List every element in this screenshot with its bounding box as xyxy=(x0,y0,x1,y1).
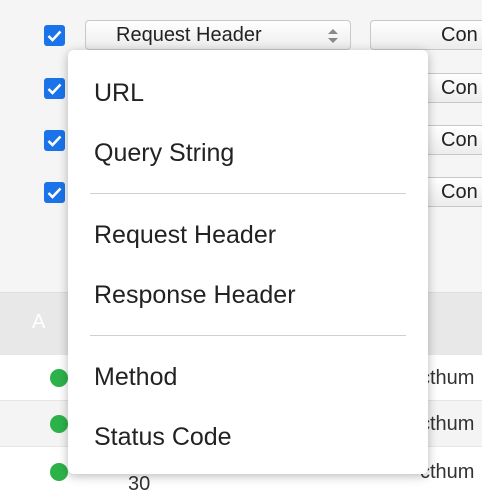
rule-4-checkbox[interactable] xyxy=(44,182,65,203)
rule-3-checkbox[interactable] xyxy=(44,130,65,151)
row-url: cthum xyxy=(420,367,475,389)
rule-2-checkbox[interactable] xyxy=(44,78,65,99)
menu-divider xyxy=(90,193,406,194)
checkmark-icon xyxy=(47,135,62,147)
table-header-label: A xyxy=(32,311,46,333)
field-select-value: Request Header xyxy=(116,24,262,46)
menu-item-query-string[interactable]: Query String xyxy=(94,138,234,168)
row-url: cthum xyxy=(420,413,475,435)
menu-item-status-code[interactable]: Status Code xyxy=(94,422,232,452)
row-url: cthum xyxy=(420,461,475,483)
menu-divider xyxy=(90,335,406,336)
menu-item-url[interactable]: URL xyxy=(94,78,144,108)
menu-item-method[interactable]: Method xyxy=(94,362,177,392)
status-ok-icon xyxy=(50,463,68,481)
select-arrows-icon xyxy=(328,29,338,43)
field-dropdown-menu: URL Query String Request Header Response… xyxy=(68,50,428,474)
rule-1-condition[interactable]: Con xyxy=(370,20,482,50)
checkmark-icon xyxy=(47,30,62,42)
row-status-code: 30 xyxy=(128,473,151,495)
checkmark-icon xyxy=(47,187,62,199)
status-ok-icon xyxy=(50,415,68,433)
checkmark-icon xyxy=(47,83,62,95)
status-ok-icon xyxy=(50,369,68,387)
menu-item-response-header[interactable]: Response Header xyxy=(94,280,296,310)
field-select[interactable]: Request Header xyxy=(85,20,351,50)
menu-item-request-header[interactable]: Request Header xyxy=(94,220,276,250)
rule-1-checkbox[interactable] xyxy=(44,25,65,46)
